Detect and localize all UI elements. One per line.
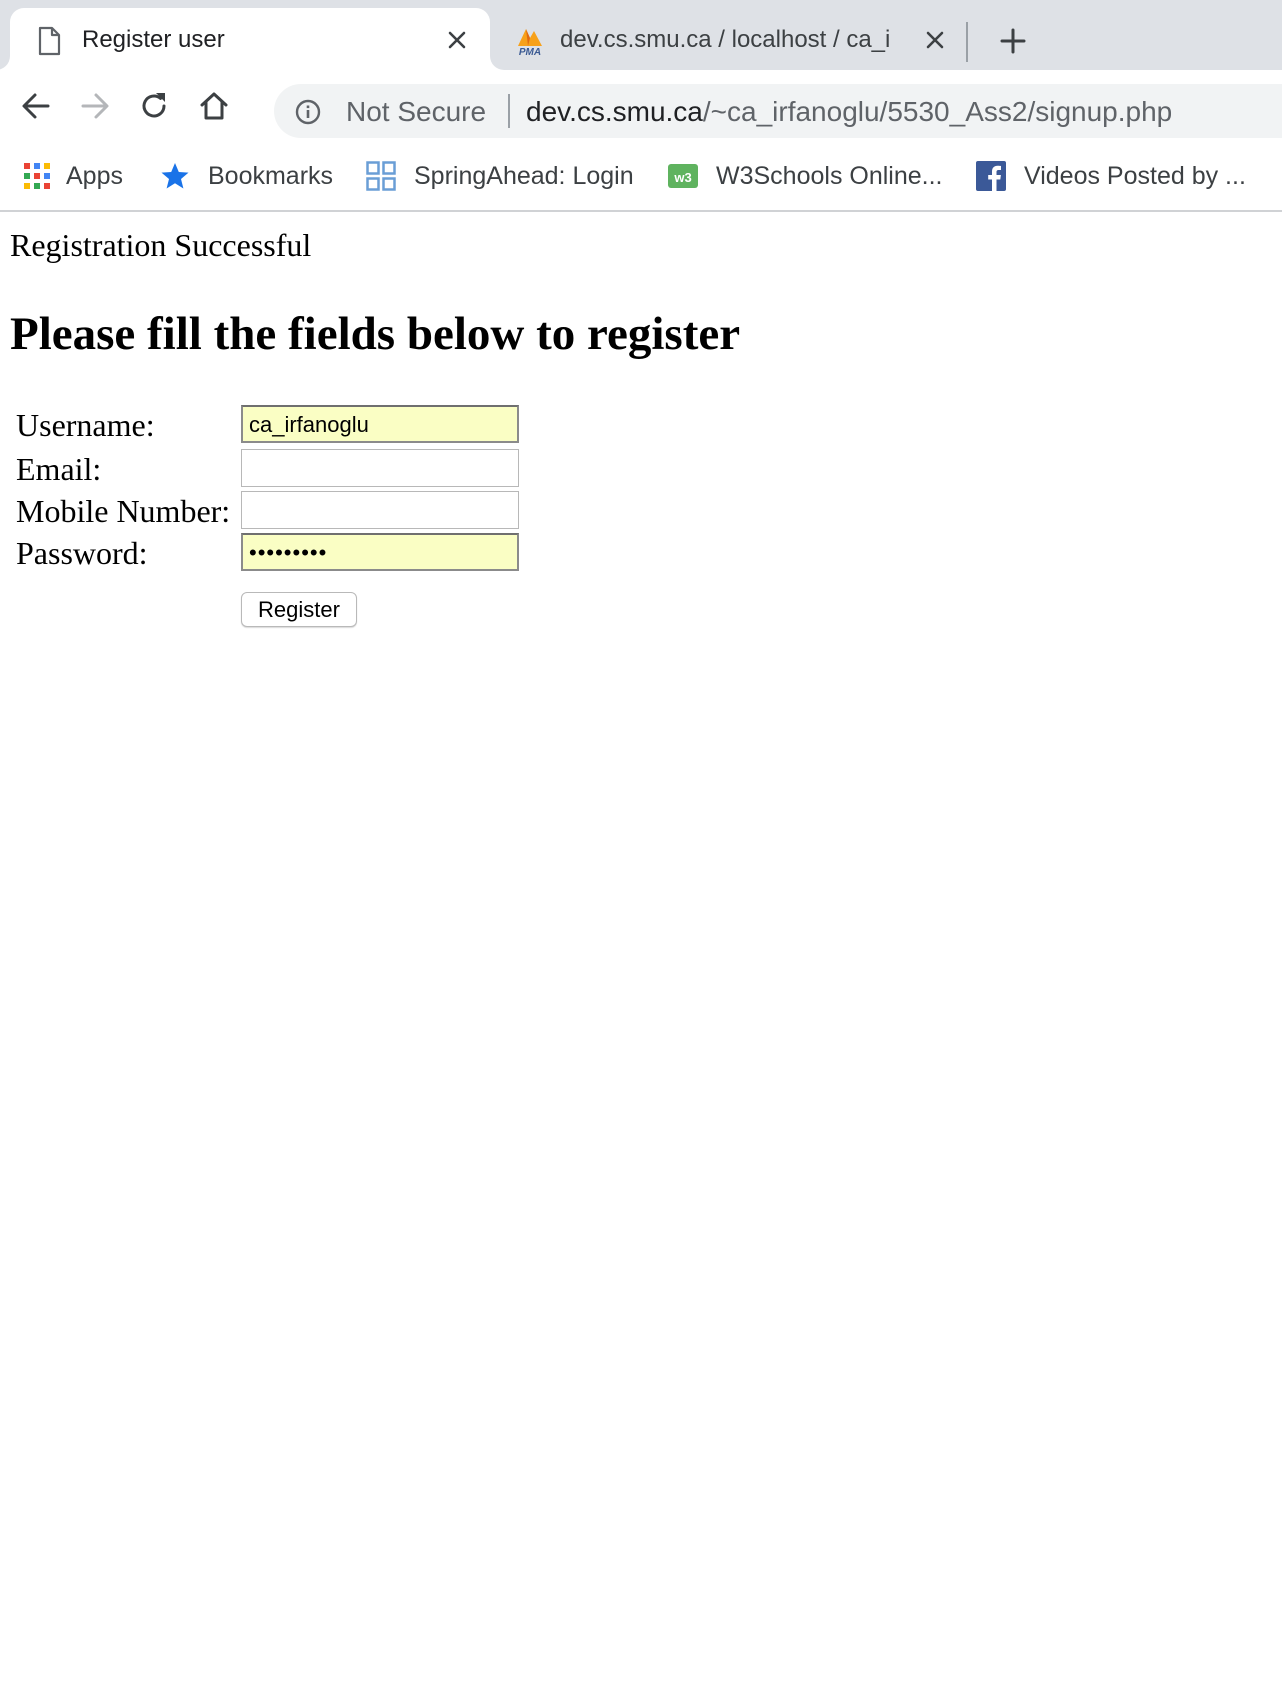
url-host: dev.cs.smu.ca (526, 96, 703, 127)
close-icon[interactable] (920, 25, 950, 55)
springahead-icon (366, 161, 396, 191)
tab-strip: Register user PMA dev.cs.smu.ca / localh… (0, 0, 1282, 70)
apps-grid-icon (22, 161, 52, 191)
not-secure-label[interactable]: Not Secure (346, 96, 486, 128)
mobile-number-label: Mobile Number: (16, 493, 231, 529)
page-heading: Please fill the fields below to register (10, 308, 741, 360)
w3schools-icon: w3 (668, 161, 698, 191)
new-tab-plus-icon[interactable] (996, 24, 1030, 58)
mobile-number-input[interactable] (241, 491, 519, 529)
page-content: Registration Successful Please fill the … (0, 212, 1282, 1694)
bookmark-bookmarks[interactable]: Bookmarks (160, 158, 333, 194)
address-bar[interactable]: Not Secure dev.cs.smu.ca/~ca_irfanoglu/5… (274, 84, 1282, 138)
tab-title: dev.cs.smu.ca / localhost / ca_i (560, 26, 891, 53)
tab-title: Register user (82, 26, 225, 53)
bookmark-label: W3Schools Online... (716, 162, 943, 190)
back-arrow-icon[interactable] (18, 88, 54, 124)
home-icon[interactable] (196, 88, 232, 124)
password-label: Password: (16, 535, 148, 571)
url-path: /~ca_irfanoglu/5530_Ass2/signup.php (702, 96, 1173, 127)
tab-phpmyadmin[interactable]: PMA dev.cs.smu.ca / localhost / ca_i (500, 8, 960, 70)
username-input[interactable]: ca_irfanoglu (241, 405, 519, 443)
svg-text:w3: w3 (673, 170, 691, 185)
username-label: Username: (16, 407, 155, 443)
bookmark-label: Apps (66, 162, 123, 190)
register-button[interactable]: Register (241, 592, 357, 627)
browser-toolbar: Not Secure dev.cs.smu.ca/~ca_irfanoglu/5… (0, 70, 1282, 142)
registration-status-message: Registration Successful (10, 227, 312, 263)
reload-icon[interactable] (136, 88, 172, 124)
tab-register-user[interactable]: Register user (10, 8, 490, 70)
phpmyadmin-logo-icon: PMA (512, 26, 548, 58)
bookmarks-bar: Apps Bookmarks SpringAhead: Login w3 W3S… (0, 142, 1282, 212)
bookmark-apps[interactable]: Apps (22, 158, 123, 194)
mobile-row: Mobile Number: (16, 491, 536, 531)
svg-text:PMA: PMA (519, 47, 541, 56)
password-row: Password: ••••••••• (16, 533, 536, 573)
bookmark-w3schools[interactable]: w3 W3Schools Online... (668, 158, 943, 194)
username-row: Username: ca_irfanoglu (16, 405, 536, 445)
bookmark-label: SpringAhead: Login (414, 162, 634, 190)
forward-arrow-icon[interactable] (77, 88, 113, 124)
email-row: Email: (16, 449, 536, 489)
tab-divider (966, 22, 968, 62)
page-icon (36, 26, 62, 56)
info-icon[interactable] (294, 98, 322, 126)
email-label: Email: (16, 451, 102, 487)
url-text[interactable]: dev.cs.smu.ca/~ca_irfanoglu/5530_Ass2/si… (526, 96, 1172, 128)
bookmark-label: Videos Posted by ... (1024, 162, 1246, 190)
password-input[interactable]: ••••••••• (241, 533, 519, 571)
star-icon (160, 161, 190, 191)
email-input[interactable] (241, 449, 519, 487)
bookmark-facebook-videos[interactable]: Videos Posted by ... (976, 158, 1246, 194)
bookmark-springahead[interactable]: SpringAhead: Login (366, 158, 634, 194)
bookmark-label: Bookmarks (208, 162, 334, 190)
close-icon[interactable] (442, 25, 472, 55)
facebook-icon (976, 161, 1006, 191)
omnibox-divider (508, 94, 510, 128)
